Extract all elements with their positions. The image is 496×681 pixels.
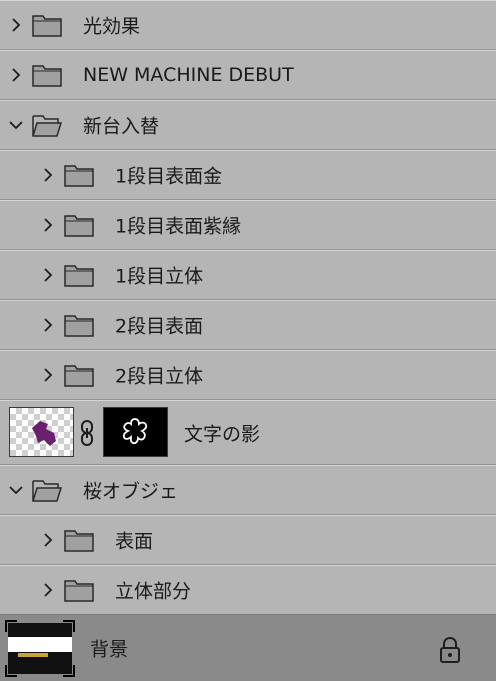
layer-group-label: 2段目立体	[115, 365, 204, 388]
folder-icon	[64, 530, 94, 552]
layer-group-row[interactable]: 1段目立体	[0, 250, 496, 300]
layer-thumbnail[interactable]	[9, 407, 74, 457]
layer-label: 背景	[90, 638, 129, 661]
chevron-down-icon[interactable]	[8, 482, 24, 498]
layer-group-label: 1段目表面金	[115, 165, 223, 188]
layer-group-row[interactable]: 1段目表面紫縁	[0, 200, 496, 250]
layer-group-label: 1段目表面紫縁	[115, 215, 242, 238]
chevron-right-icon[interactable]	[40, 582, 56, 598]
chevron-right-icon[interactable]	[40, 532, 56, 548]
link-icon[interactable]	[78, 419, 96, 447]
chevron-right-icon[interactable]	[40, 217, 56, 233]
layer-group-label: NEW MACHINE DEBUT	[83, 64, 294, 86]
layer-label: 文字の影	[184, 423, 261, 445]
layer-group-row[interactable]: 光効果	[0, 0, 496, 50]
folder-icon	[64, 215, 94, 237]
folder-icon	[64, 580, 94, 602]
layer-content-shape	[32, 421, 56, 446]
layer-group-label: 表面	[115, 530, 154, 553]
masked-layer-row[interactable]: 文字の影	[0, 400, 496, 465]
chevron-right-icon[interactable]	[8, 17, 24, 33]
chevron-down-icon[interactable]	[8, 117, 24, 133]
layer-group-row[interactable]: 2段目立体	[0, 350, 496, 400]
layer-group-label: 光効果	[83, 15, 141, 38]
layers-panel: 光効果 NEW MACHINE DEBUT 新台入替 1段目表面金 1段目表面紫…	[0, 0, 496, 681]
layer-group-row[interactable]: 2段目表面	[0, 300, 496, 350]
background-thumbnail[interactable]	[8, 623, 72, 674]
layer-group-row[interactable]: NEW MACHINE DEBUT	[0, 50, 496, 100]
layer-group-row[interactable]: 桜オブジェ	[0, 465, 496, 515]
folder-icon	[32, 65, 62, 87]
layer-group-row[interactable]: 1段目表面金	[0, 150, 496, 200]
folder-icon	[64, 165, 94, 187]
folder-open-icon	[32, 115, 62, 137]
folder-icon	[64, 315, 94, 337]
chevron-right-icon[interactable]	[40, 367, 56, 383]
layer-group-label: 1段目立体	[115, 265, 204, 288]
lock-icon[interactable]	[438, 637, 462, 663]
layer-group-label: 新台入替	[83, 115, 160, 138]
folder-icon	[32, 15, 62, 37]
chevron-right-icon[interactable]	[40, 167, 56, 183]
background-layer-row[interactable]: 背景	[0, 614, 496, 681]
layer-group-row[interactable]: 新台入替	[0, 100, 496, 150]
layer-group-row[interactable]: 立体部分	[0, 565, 496, 615]
chevron-right-icon[interactable]	[40, 317, 56, 333]
layer-group-label: 桜オブジェ	[83, 480, 179, 503]
layer-group-label: 2段目表面	[115, 315, 204, 338]
flower-mask-shape	[122, 418, 148, 445]
layer-group-row[interactable]: 表面	[0, 515, 496, 565]
folder-icon	[64, 265, 94, 287]
layer-mask-thumbnail[interactable]	[103, 407, 168, 457]
folder-icon	[64, 365, 94, 387]
chevron-right-icon[interactable]	[40, 267, 56, 283]
chevron-right-icon[interactable]	[8, 67, 24, 83]
folder-open-icon	[32, 480, 62, 502]
layer-group-label: 立体部分	[115, 580, 192, 603]
